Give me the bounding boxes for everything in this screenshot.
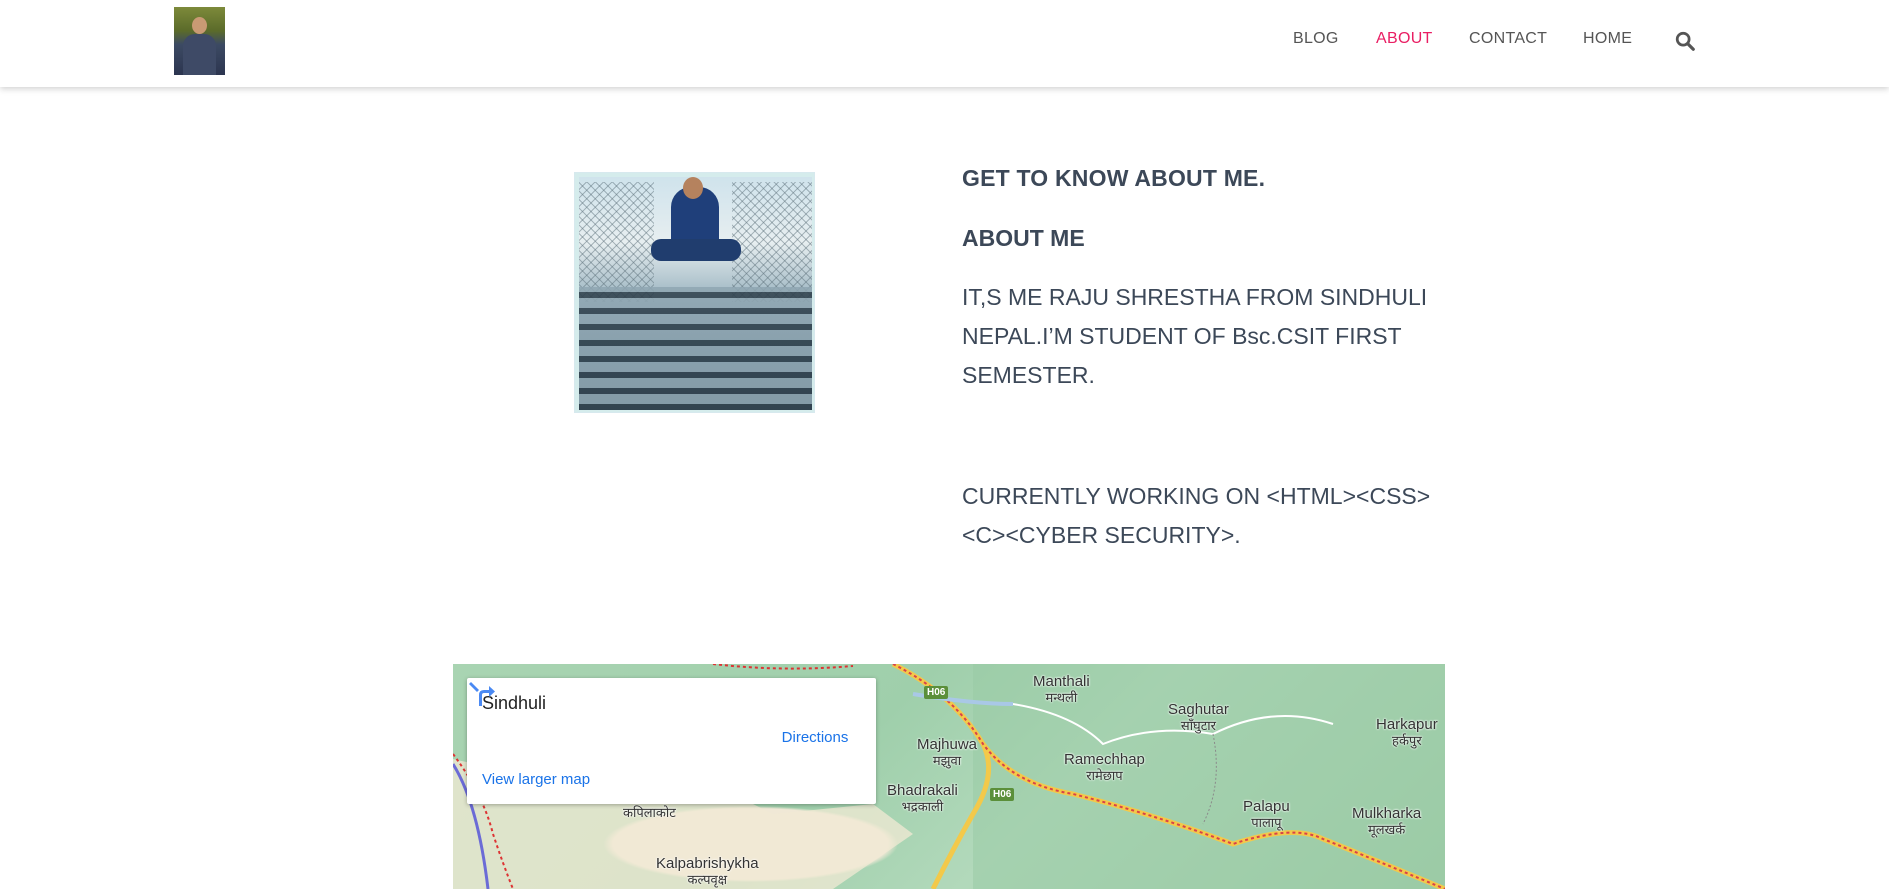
- about-paragraph-working-on: CURRENTLY WORKING ON <HTML><CSS><C><CYBE…: [962, 483, 1431, 548]
- logo-face: [192, 17, 207, 34]
- map-label-bhadrakali: Bhadrakali भद्रकाली: [887, 782, 958, 815]
- nav-about[interactable]: ABOUT: [1376, 30, 1433, 48]
- map-label-kapilakot: कपिलाकोट: [623, 805, 676, 820]
- view-larger-map-link[interactable]: View larger map: [482, 771, 590, 788]
- about-paragraph-intro: IT,S ME RAJU SHRESTHA FROM SINDHULI NEPA…: [962, 284, 1428, 388]
- search-icon[interactable]: [1674, 30, 1696, 52]
- bridge-net-left: [579, 182, 654, 302]
- nav-blog[interactable]: BLOG: [1293, 30, 1339, 48]
- map-label-saghutar: Saghutar साँघुटार: [1168, 701, 1229, 734]
- directions-link[interactable]: Directions: [775, 729, 855, 746]
- profile-photo-frame: [574, 172, 815, 413]
- person-legs: [651, 239, 741, 261]
- person-head: [683, 177, 703, 199]
- site-logo[interactable]: [174, 7, 225, 75]
- map-label-palapu: Palapu पालापू: [1243, 798, 1290, 831]
- profile-photo: [579, 177, 812, 410]
- map-label-kalpabrishykha: Kalpabrishykha कल्पवृक्ष: [656, 855, 759, 888]
- embedded-map[interactable]: H06 H06 Manthali मन्थली Saghutar साँघुटार …: [453, 664, 1445, 889]
- route-badge: H06: [990, 788, 1015, 801]
- logo-body: [183, 34, 216, 75]
- map-label-ramechhap: Ramechhap रामेछाप: [1064, 751, 1145, 784]
- route-badge: H06: [924, 686, 949, 699]
- nav-contact[interactable]: CONTACT: [1469, 30, 1547, 48]
- map-info-card: Sindhuli Directions View larger map: [467, 678, 876, 804]
- bridge-deck: [579, 287, 812, 410]
- map-label-mulkharka: Mulkharka मूलखर्क: [1352, 805, 1422, 838]
- map-label-majhuwa: Majhuwa मझुवा: [917, 736, 978, 769]
- map-label-manthali: Manthali मन्थली: [1033, 673, 1090, 706]
- bridge-net-right: [732, 182, 812, 302]
- nav-home[interactable]: HOME: [1583, 30, 1632, 48]
- map-label-harkapur: Harkapur हर्कपुर: [1376, 716, 1438, 749]
- site-header: BLOG ABOUT CONTACT HOME: [0, 0, 1889, 87]
- directions-icon[interactable]: [467, 678, 497, 708]
- about-subheading: ABOUT ME: [962, 225, 1085, 251]
- about-heading: GET TO KNOW ABOUT ME.: [962, 165, 1266, 191]
